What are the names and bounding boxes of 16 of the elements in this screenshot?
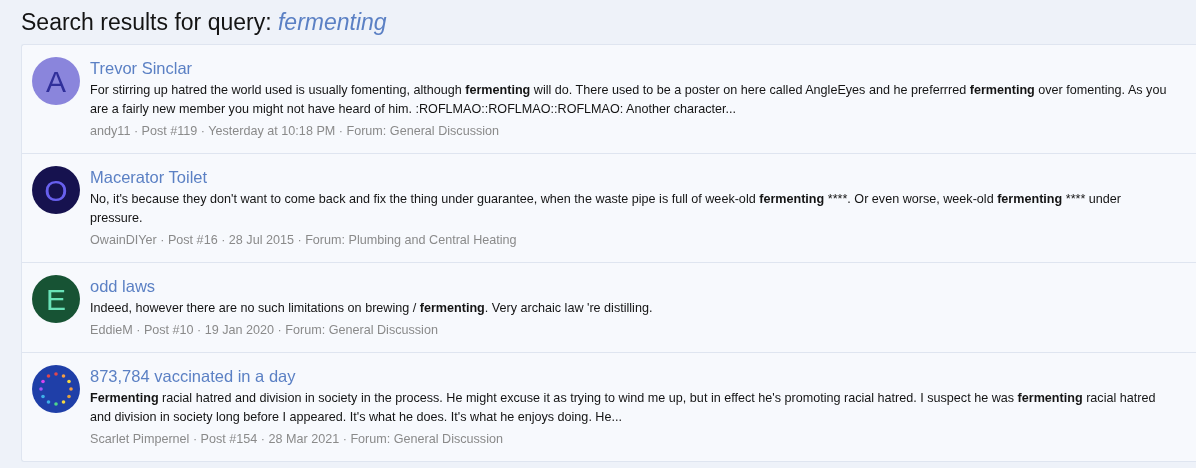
result-title-link[interactable]: odd laws (90, 275, 156, 297)
result-meta: EddieM · Post #10 · 19 Jan 2020 · Forum: General Discussion (90, 322, 438, 339)
avatar[interactable]: O (32, 166, 80, 214)
result-meta: OwainDIYer · Post #16 · 28 Jul 2015 · Forum: Plumbing and Central Heating (90, 232, 517, 249)
avatar[interactable]: E (32, 275, 80, 323)
result-title-link[interactable]: Macerator Toilet (90, 166, 208, 188)
page-heading: Search results for query: fermenting (21, 8, 387, 37)
result-meta: Scarlet Pimpernel · Post #154 · 28 Mar 2021 · Forum: General Discussion (90, 431, 503, 448)
result-title-link[interactable]: Trevor Sinclar (90, 57, 193, 79)
result-snippet: Indeed, however there are no such limitations on brewing / fermenting. Very archaic law 're distilling. (90, 300, 654, 317)
result-snippet: For stirring up hatred the world used is usually fomenting, although fermenting will do. There used to be a poster on here called AngleEyes and he preferrred fermenting over fomenting. As you are a fairly new member you might not have heard of him. :ROFLMAO::ROFLMAO::ROFLMAO: Another character... (90, 82, 1168, 118)
avatar[interactable]: A (32, 57, 80, 105)
result-snippet: No, it's because they don't want to come back and fix the thing under guarantee, when the waste pipe is full of week-old fermenting ****. Or even worse, week-old fermenting **** under pressure. (90, 191, 1123, 227)
result-title-link[interactable]: 873,784 vaccinated in a day (90, 365, 296, 387)
result-snippet: Fermenting racial hatred and division in society in the process. He might excuse it as trying to wind me up, but in effect he's promoting racial hatred. I suspect he was fermenting racial hatred and division in society long before I appeared. It's what he does. It's what he enjoys doing. He... (90, 390, 1157, 426)
result-meta: andy11 · Post #119 · Yesterday at 10:18 PM · Forum: General Discussion (90, 123, 500, 140)
